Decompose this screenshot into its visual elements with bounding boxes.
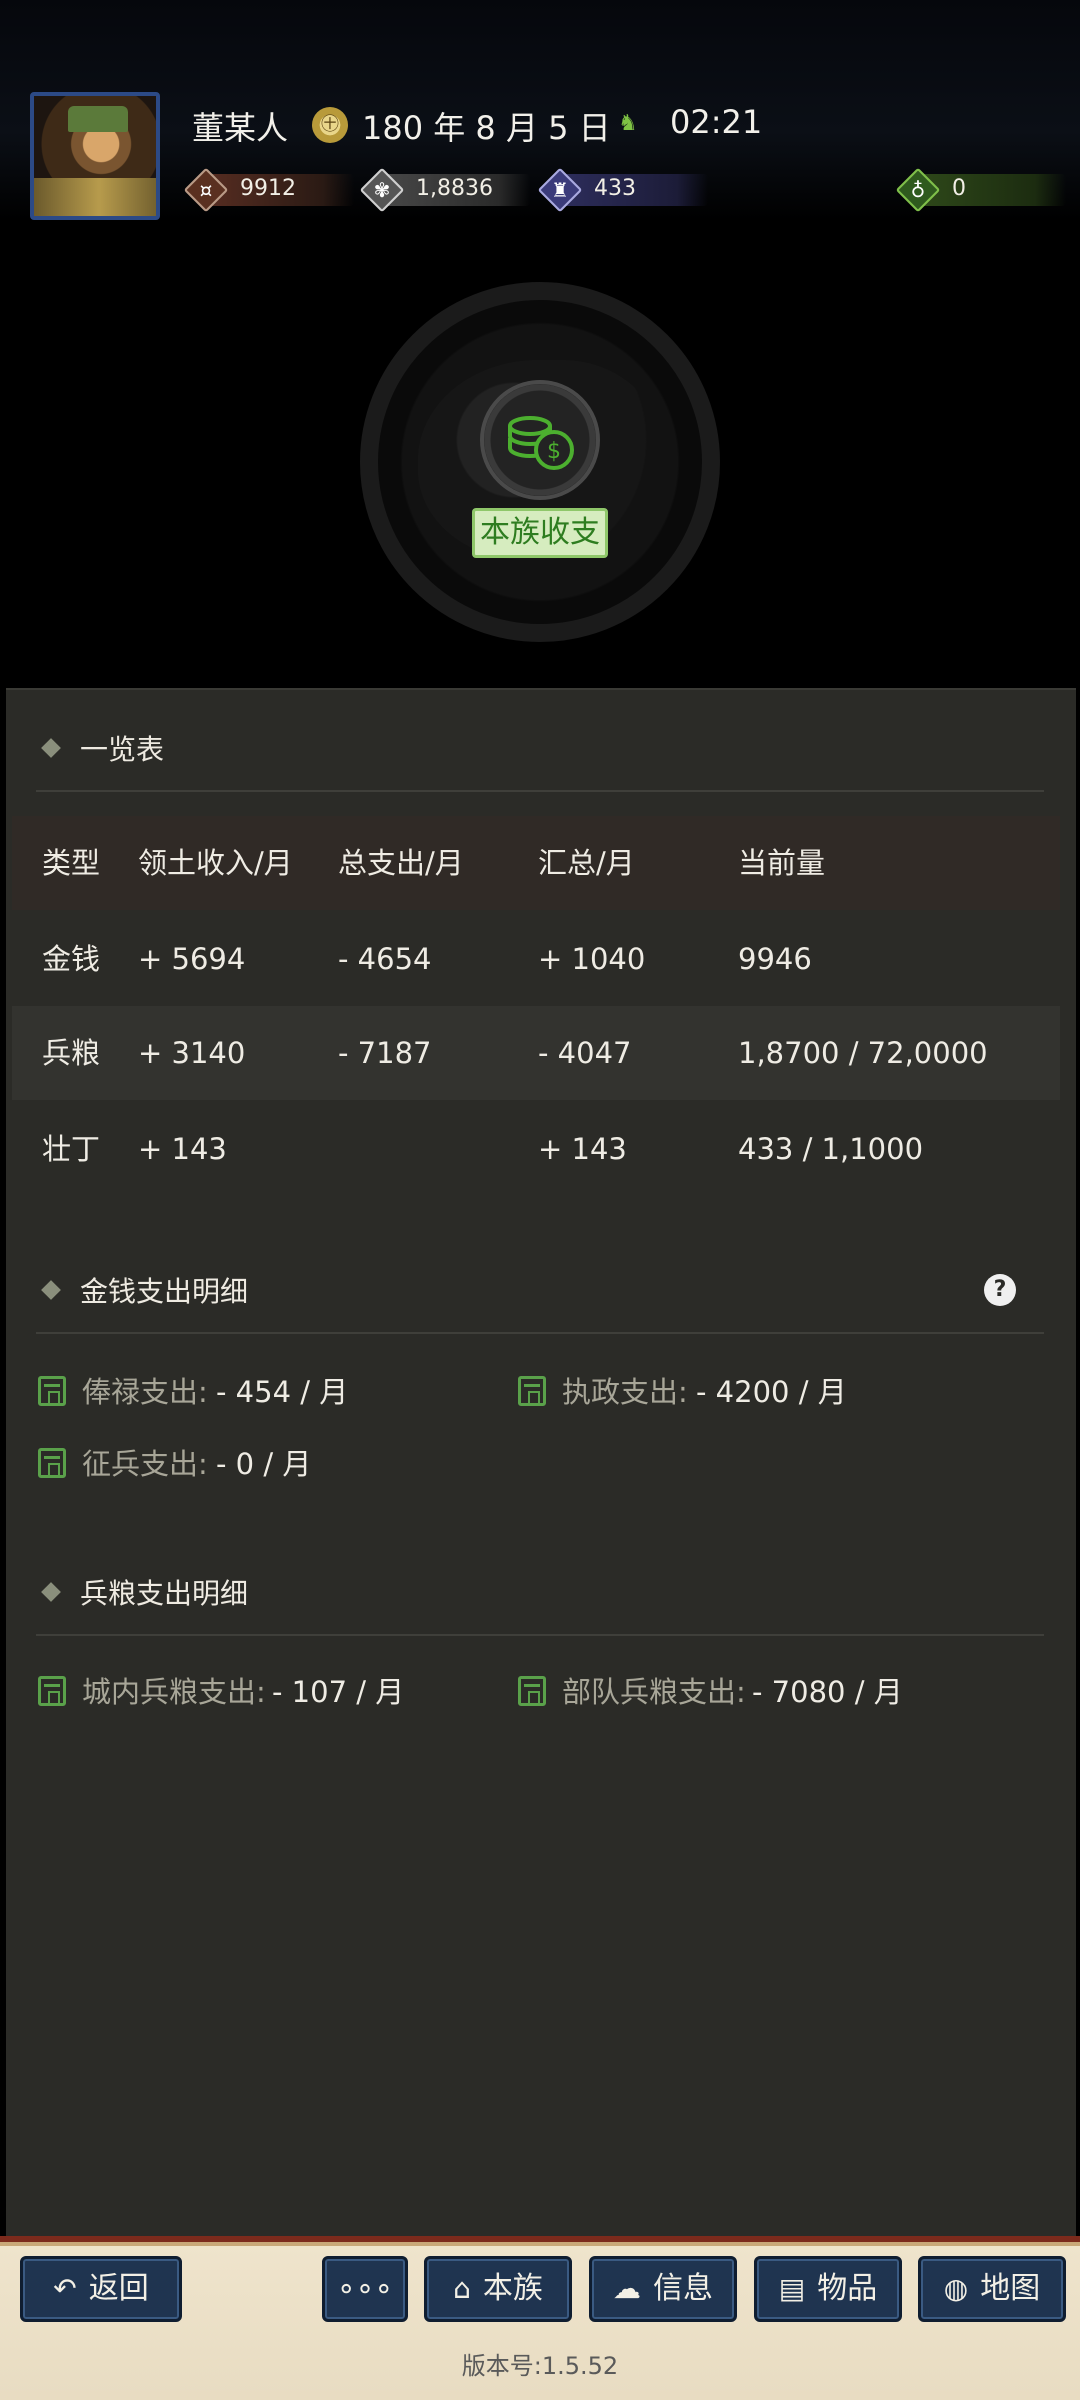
expense-amount: - 0 / 月: [216, 1447, 312, 1481]
strength-icon: ♜: [551, 178, 569, 202]
table-cell: - 7187: [338, 1036, 432, 1070]
back-arrow-icon: ↶: [53, 2272, 77, 2305]
income-coin-button[interactable]: $: [480, 380, 600, 500]
overview-title: 一览表: [80, 733, 165, 766]
top-header: 董某人 ㊉ 180 年 8 月 5 日 ♞ 02:21 ¤ 9912 ✾ 1,8…: [0, 0, 1080, 220]
expense-amount: - 7080 / 月: [752, 1675, 903, 1709]
bottom-nav-bar: ↶ 返回 ∘∘∘ ⌂ 本族 ☁ 信息 ▤ 物品 ◍ 地图 版本号:1.5.52: [0, 2236, 1080, 2400]
building-icon: [38, 1376, 66, 1406]
building-icon: [38, 1448, 66, 1478]
expense-label: 俸禄支出:: [82, 1375, 208, 1409]
avatar-armor: [34, 178, 156, 216]
money-icon: ¤: [199, 178, 213, 202]
home-icon: ⌂: [453, 2272, 471, 2305]
clan-finance-label: 本族收支: [472, 508, 608, 558]
clan-button[interactable]: ⌂ 本族: [424, 2256, 572, 2322]
table-header-cell: 汇总/月: [538, 846, 635, 880]
expense-amount: - 107 / 月: [272, 1675, 405, 1709]
table-row: 金钱 + 5694 - 4654 + 1040 9946: [12, 912, 1060, 1006]
bag-icon: ♁: [910, 178, 926, 202]
expense-label: 征兵支出:: [82, 1447, 208, 1481]
coins-icon: $: [508, 416, 574, 470]
globe-icon: ◍: [943, 2272, 969, 2305]
table-header-cell: 总支出/月: [338, 846, 464, 880]
resource-money[interactable]: ¤ 9912: [183, 167, 354, 213]
money-detail-title: 金钱支出明细: [80, 1275, 249, 1308]
grain-icon: ✾: [373, 178, 391, 202]
table-cell: 9946: [738, 942, 812, 976]
avatar-hat: [68, 106, 128, 132]
box-icon: ▤: [778, 2272, 806, 2305]
info-button[interactable]: ☁ 信息: [589, 2256, 737, 2322]
game-time: 02:21: [670, 103, 763, 141]
building-icon: [38, 1676, 66, 1706]
bag-value: 0: [952, 176, 966, 201]
table-header-row: 类型 领土收入/月 总支出/月 汇总/月 当前量: [12, 816, 1060, 910]
info-label: 信息: [653, 2271, 713, 2306]
money-value: 9912: [240, 176, 296, 201]
more-icon: ∘∘∘: [336, 2271, 394, 2306]
expense-label: 执政支出:: [562, 1375, 688, 1409]
expense-amount: - 4200 / 月: [696, 1375, 847, 1409]
expense-amount: - 454 / 月: [216, 1375, 349, 1409]
table-cell: - 4047: [538, 1036, 632, 1070]
table-header-cell: 类型: [42, 846, 101, 880]
horse-icon: ♞: [618, 111, 638, 136]
grain-detail-title: 兵粮支出明细: [80, 1577, 249, 1610]
divider: [36, 1634, 1044, 1636]
manpower-value: 433: [594, 176, 636, 201]
table-cell: + 143: [138, 1132, 227, 1166]
map-button[interactable]: ◍ 地图: [918, 2256, 1066, 2322]
expense-label: 城内兵粮支出:: [82, 1675, 266, 1709]
table-cell: + 143: [538, 1132, 627, 1166]
table-cell: + 1040: [538, 942, 646, 976]
game-date: 180 年 8 月 5 日: [362, 109, 611, 147]
grain-value: 1,8836: [416, 176, 493, 201]
resource-manpower[interactable]: ♜ 433: [537, 167, 708, 213]
version-label: 版本号:1.5.52: [461, 2352, 619, 2380]
more-button[interactable]: ∘∘∘: [322, 2256, 408, 2322]
table-cell: + 5694: [138, 942, 246, 976]
map-label: 地图: [980, 2271, 1041, 2306]
table-cell: 金钱: [42, 942, 101, 976]
items-label: 物品: [817, 2271, 878, 2306]
bar-trim: [0, 2242, 1080, 2246]
svg-text:$: $: [547, 439, 561, 464]
items-button[interactable]: ▤ 物品: [754, 2256, 902, 2322]
table-cell: 壮丁: [42, 1132, 101, 1166]
divider: [36, 1332, 1044, 1334]
table-cell: 433 / 1,1000: [738, 1132, 924, 1166]
chat-icon: ☁: [613, 2272, 641, 2305]
table-header-cell: 领土收入/月: [138, 846, 293, 880]
expense-label: 部队兵粮支出:: [562, 1675, 746, 1709]
table-row: 壮丁 + 143 + 143 433 / 1,1000: [12, 1102, 1060, 1196]
divider: [36, 790, 1044, 792]
table-cell: 兵粮: [42, 1036, 101, 1070]
table-header-cell: 当前量: [738, 846, 826, 880]
seal-icon: ㊉: [312, 107, 348, 143]
table-cell: 1,8700 / 72,0000: [738, 1036, 988, 1070]
player-avatar[interactable]: [30, 92, 160, 220]
table-cell: - 4654: [338, 942, 432, 976]
table-cell: + 3140: [138, 1036, 246, 1070]
back-label: 返回: [88, 2271, 149, 2306]
resource-bag[interactable]: ♁ 0: [895, 167, 1066, 213]
clan-label: 本族: [482, 2271, 543, 2306]
table-row: 兵粮 + 3140 - 7187 - 4047 1,8700 / 72,0000: [12, 1006, 1060, 1100]
building-icon: [518, 1676, 546, 1706]
building-icon: [518, 1376, 546, 1406]
player-name: 董某人: [192, 109, 289, 147]
resource-grain[interactable]: ✾ 1,8836: [359, 167, 530, 213]
help-icon[interactable]: ?: [984, 1274, 1016, 1306]
back-button[interactable]: ↶ 返回: [20, 2256, 182, 2322]
